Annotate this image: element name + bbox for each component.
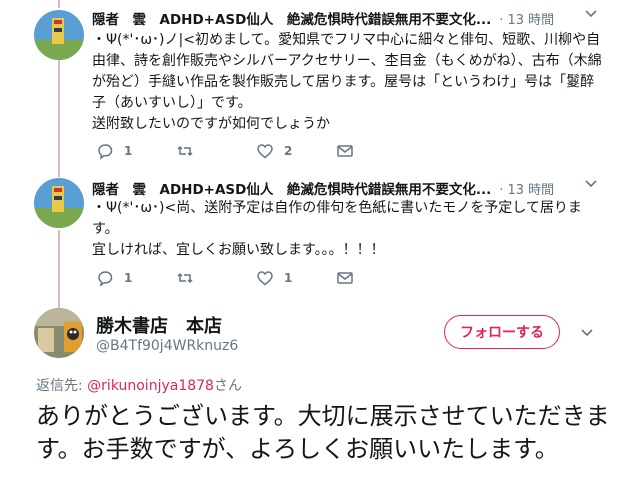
- tweet[interactable]: 隠者 雲 ADHD+ASD仙人 絶滅危惧時代錯誤無用不要文化... · 13 時…: [0, 170, 622, 295]
- reply-icon: [98, 144, 113, 160]
- chevron-down-icon[interactable]: [584, 176, 598, 190]
- chevron-down-icon[interactable]: [580, 325, 594, 339]
- dm-button[interactable]: [336, 142, 416, 160]
- author-name[interactable]: 勝木書店 本店: [96, 312, 222, 338]
- reply-count: 1: [124, 144, 133, 158]
- timestamp[interactable]: · 13 時間: [499, 179, 554, 198]
- tweet-header: 隠者 雲 ADHD+ASD仙人 絶滅危惧時代錯誤無用不要文化... · 13 時…: [92, 8, 582, 28]
- envelope-icon: [337, 145, 353, 157]
- reply-suffix: さん: [213, 378, 242, 394]
- like-count: 2: [284, 144, 293, 158]
- tweet-actions: 1 1: [96, 269, 416, 287]
- avatar[interactable]: [34, 10, 84, 60]
- author-handle[interactable]: @B4Tf90j4WRknuz6: [96, 338, 238, 354]
- reply-button[interactable]: 1: [96, 142, 176, 160]
- envelope-icon: [337, 272, 353, 284]
- reply-count: 1: [124, 271, 133, 285]
- reply-button[interactable]: 1: [96, 269, 176, 287]
- reply-user-link[interactable]: @rikunoinjya1878: [87, 378, 214, 394]
- retweet-icon: [177, 145, 193, 157]
- like-button[interactable]: 1: [256, 269, 336, 287]
- chevron-down-icon[interactable]: [584, 6, 598, 20]
- retweet-button[interactable]: [176, 142, 256, 160]
- tweet[interactable]: 隠者 雲 ADHD+ASD仙人 絶滅危惧時代錯誤無用不要文化... · 13 時…: [0, 0, 622, 170]
- retweet-icon: [177, 272, 193, 284]
- heart-icon: [257, 271, 273, 286]
- retweet-button[interactable]: [176, 269, 256, 287]
- timestamp[interactable]: · 13 時間: [499, 9, 554, 28]
- dm-button[interactable]: [336, 269, 416, 287]
- avatar[interactable]: [34, 178, 84, 228]
- follow-button[interactable]: フォローする: [444, 315, 560, 349]
- tweet-text: ありがとうございます。大切に展示させていただきます。お手数ですが、よろしくお願い…: [36, 402, 610, 463]
- reply-icon: [98, 271, 113, 287]
- author-name[interactable]: 隠者 雲 ADHD+ASD仙人 絶滅危惧時代錯誤無用不要文化...: [92, 178, 491, 198]
- like-button[interactable]: 2: [256, 142, 336, 160]
- avatar[interactable]: [34, 308, 84, 358]
- like-count: 1: [284, 271, 293, 285]
- tweet-text: ・Ψ(*'･ω･)<尚、送附予定は自作の俳句を色紙に書いたモノを予定して居ります…: [92, 200, 582, 258]
- author-name[interactable]: 隠者 雲 ADHD+ASD仙人 絶滅危惧時代錯誤無用不要文化...: [92, 8, 491, 28]
- tweet-text: ・Ψ(*'･ω･)ノ|<初めまして。愛知県でフリマ中心に細々と俳句、短歌、川柳や…: [92, 32, 602, 132]
- reply-context: 返信先: @rikunoinjya1878さん: [36, 375, 242, 395]
- reply-prefix: 返信先:: [36, 378, 88, 394]
- tweet-header: 隠者 雲 ADHD+ASD仙人 絶滅危惧時代錯誤無用不要文化... · 13 時…: [92, 178, 582, 198]
- tweet-actions: 1 2: [96, 142, 416, 160]
- heart-icon: [257, 144, 273, 159]
